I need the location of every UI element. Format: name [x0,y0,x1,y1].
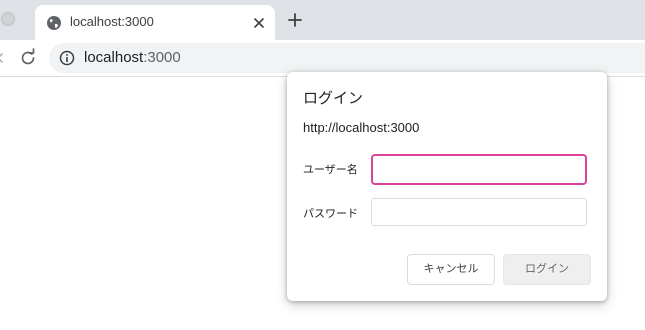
close-icon[interactable] [250,14,268,32]
globe-icon [47,16,61,30]
info-icon[interactable] [59,50,75,66]
back-arrow-icon[interactable] [0,49,6,67]
browser-tab[interactable]: localhost:3000 [35,5,275,40]
cancel-button[interactable]: キャンセル [407,254,495,285]
password-label: パスワード [303,208,358,220]
reload-icon[interactable] [18,48,38,68]
url-host: localhost [84,49,144,66]
username-label: ユーザー名 [303,164,358,176]
tab-strip: localhost:3000 [0,0,645,40]
url-port: :3000 [143,49,181,66]
login-button[interactable]: ログイン [503,254,591,285]
password-input[interactable] [371,198,587,226]
username-input[interactable] [371,154,587,185]
tab-title: localhost:3000 [70,14,154,29]
address-bar[interactable]: localhost:3000 [49,43,645,73]
window-control-button[interactable] [1,12,15,26]
plus-icon[interactable] [286,11,304,29]
dialog-origin: http://localhost:3000 [303,120,420,135]
login-dialog: ログイン http://localhost:3000 ユーザー名 パスワード キ… [287,72,607,301]
dialog-title: ログイン [303,90,364,107]
url-text[interactable]: localhost:3000 [84,50,181,66]
